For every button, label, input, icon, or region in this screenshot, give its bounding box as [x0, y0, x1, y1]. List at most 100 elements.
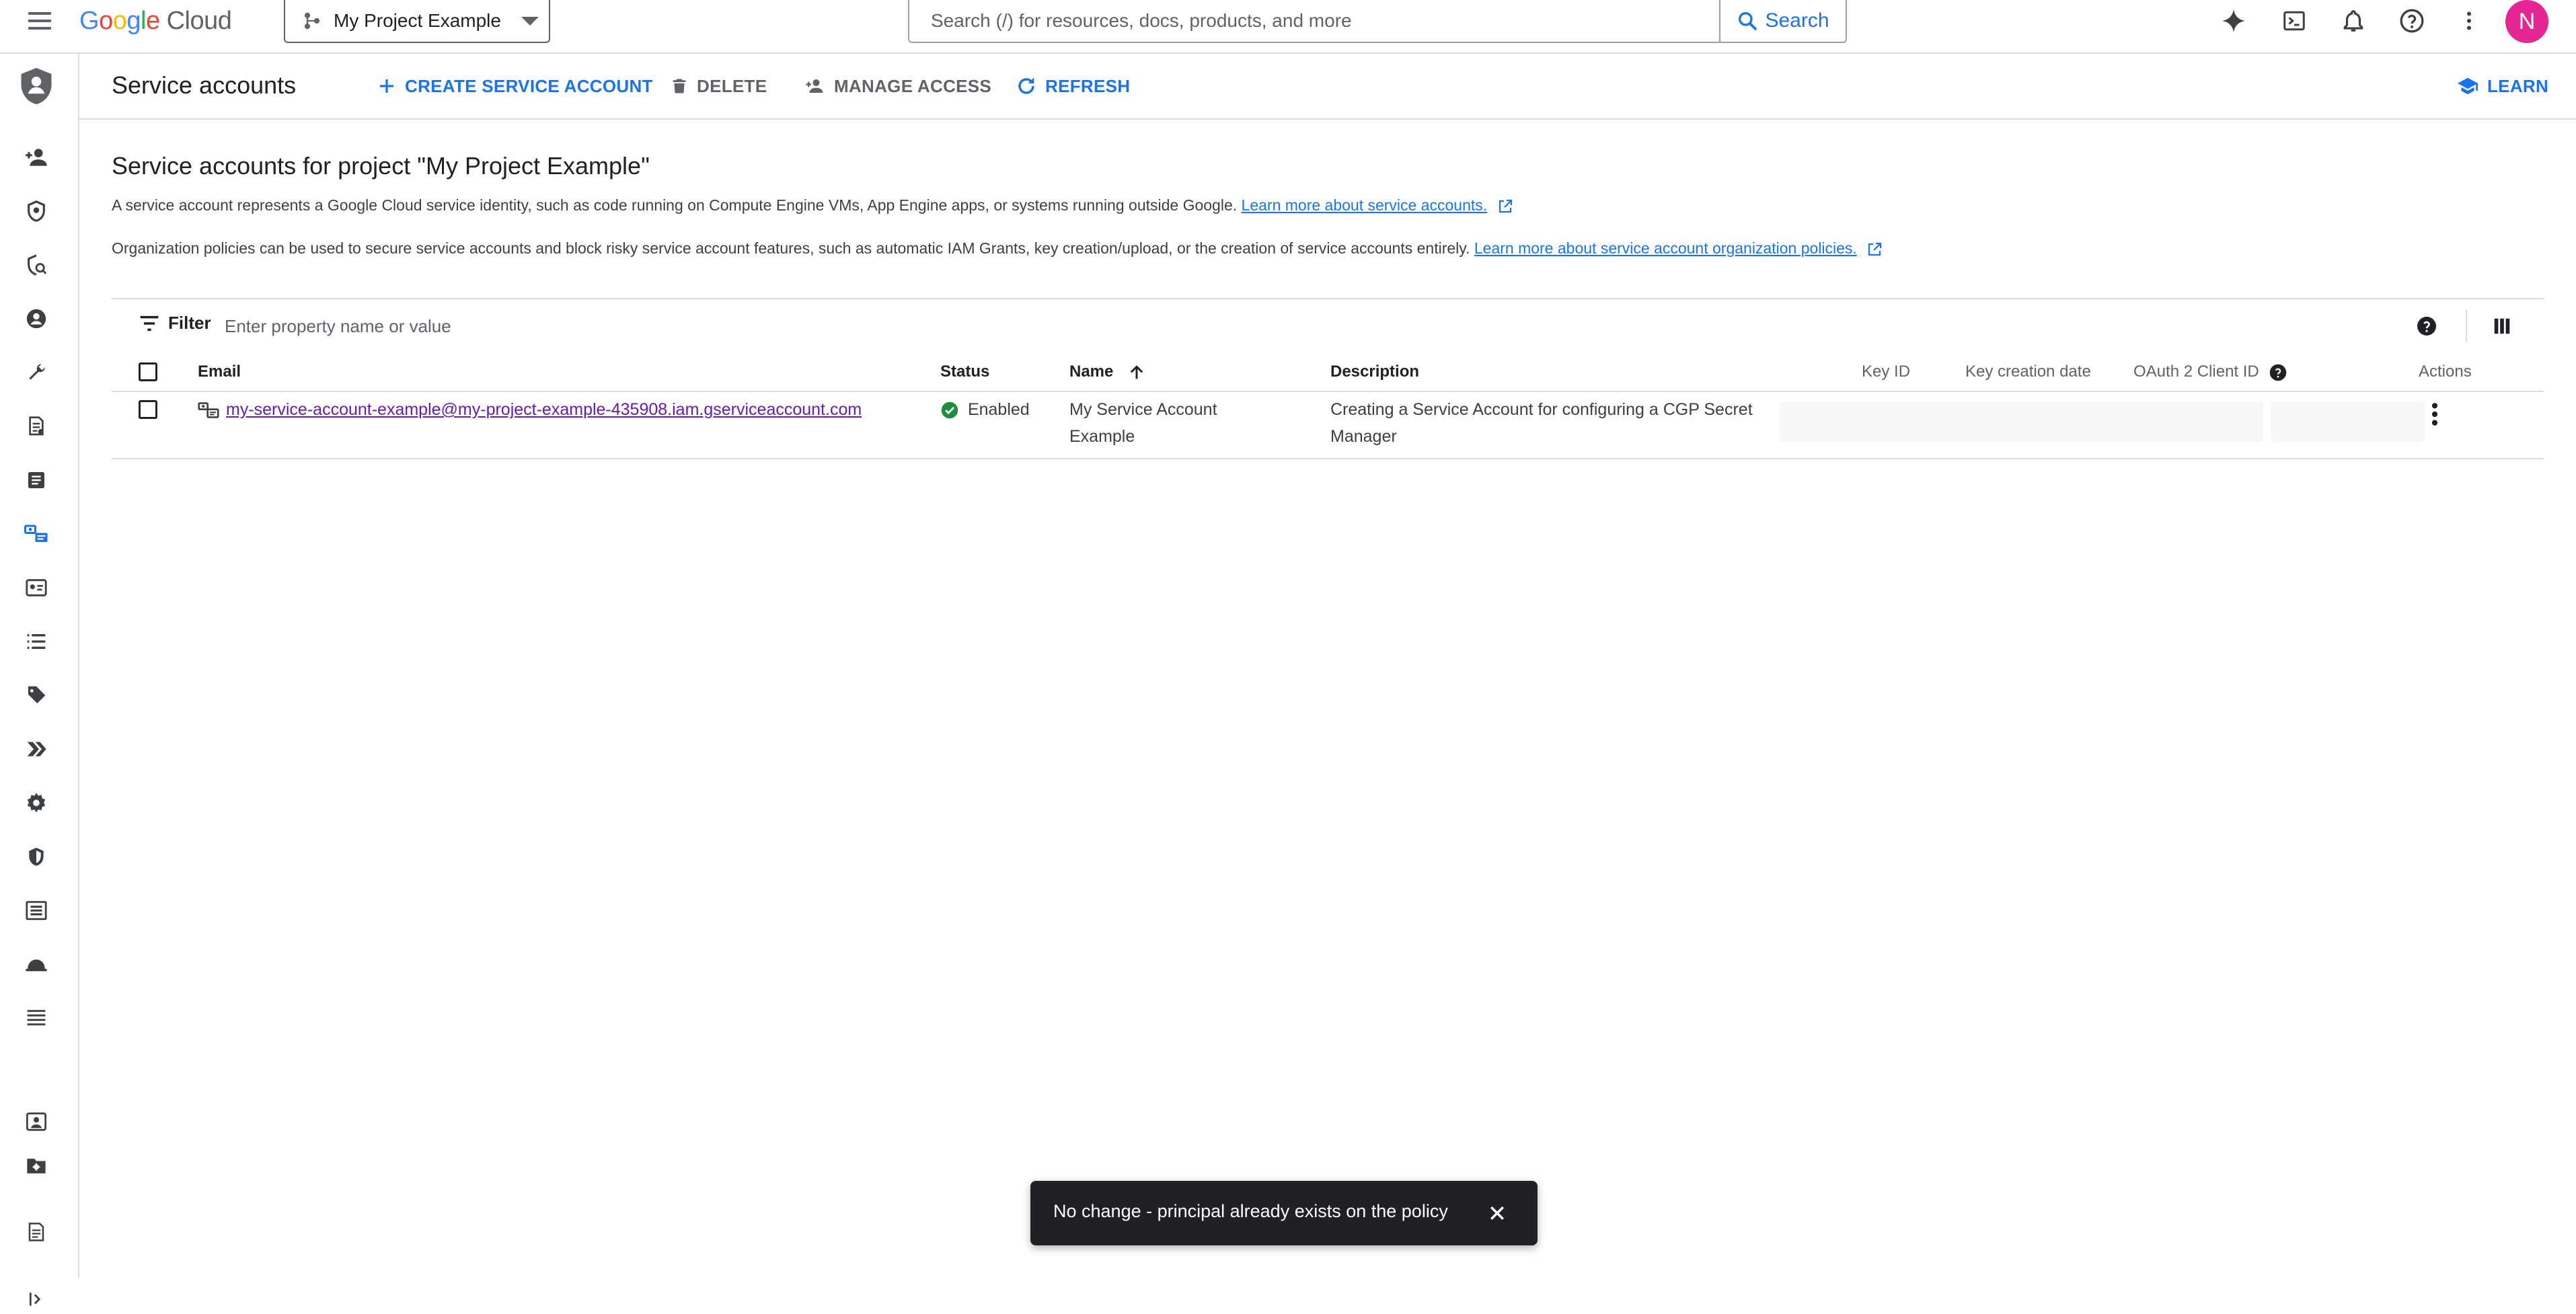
iam-shield-icon[interactable] — [17, 66, 55, 106]
project-picker[interactable]: My Project Example — [284, 0, 550, 43]
chevron-down-icon — [521, 16, 539, 26]
account-circle-icon[interactable] — [22, 304, 51, 334]
project-hierarchy-icon — [303, 11, 321, 30]
column-key-creation-date[interactable]: Key creation date — [1965, 362, 2091, 381]
table-row: my-service-account-example@my-project-ex… — [112, 392, 2544, 459]
google-cloud-logo[interactable]: Google Cloud — [79, 4, 232, 38]
learn-more-service-accounts-link[interactable]: Learn more about service accounts. — [1242, 196, 1488, 214]
column-name-label: Name — [1069, 362, 1114, 381]
arrow-upward-icon — [1130, 364, 1143, 379]
person-add-icon — [806, 79, 823, 93]
refresh-icon — [1018, 77, 1034, 94]
status-cell: Enabled — [940, 396, 1030, 423]
search-button[interactable]: Search — [1719, 0, 1846, 42]
person-add-icon[interactable] — [22, 143, 51, 172]
name-line-2: Example — [1069, 427, 1135, 446]
page-title: Service accounts — [112, 71, 297, 99]
school-icon — [2458, 77, 2478, 95]
name-line-1: My Service Account — [1069, 400, 1217, 419]
account-avatar[interactable]: N — [2505, 0, 2548, 43]
filter-input[interactable] — [223, 311, 1033, 341]
select-all-checkbox[interactable] — [139, 362, 157, 381]
toolbar-divider — [2466, 310, 2467, 342]
audit-logs-icon[interactable] — [22, 465, 51, 495]
open-in-new-icon — [1868, 242, 1882, 256]
filter-label: Filter — [168, 313, 211, 333]
delete-button[interactable]: DELETE — [670, 73, 767, 100]
secure-folder-icon[interactable] — [22, 1151, 51, 1181]
create-service-account-label: CREATE SERVICE ACCOUNT — [405, 75, 653, 96]
column-oauth-client-id[interactable]: OAuth 2 Client ID — [2133, 362, 2287, 382]
trash-icon — [673, 79, 686, 93]
open-in-new-icon — [1499, 199, 1512, 213]
cloud-shell-icon[interactable] — [2277, 4, 2311, 38]
column-name[interactable]: Name — [1069, 362, 1146, 382]
tags-icon[interactable] — [22, 681, 51, 710]
column-display-icon[interactable] — [2487, 311, 2517, 341]
section-title: Service accounts for project "My Project… — [112, 152, 650, 180]
add-icon — [380, 79, 393, 93]
row-checkbox[interactable] — [139, 400, 157, 419]
column-key-id[interactable]: Key ID — [1862, 362, 1910, 381]
delete-label: DELETE — [697, 75, 767, 96]
policy-icon[interactable] — [22, 250, 51, 280]
deny-icon[interactable] — [22, 950, 51, 979]
service-accounts-description: A service account represents a Google Cl… — [112, 196, 1513, 215]
help-filled-icon[interactable] — [2412, 311, 2441, 341]
status-text: Enabled — [967, 400, 1030, 419]
filter-button[interactable]: Filter — [139, 313, 211, 334]
description-line-2: Manager — [1330, 427, 1397, 446]
product-nav-rail — [0, 54, 79, 1306]
refresh-label: REFRESH — [1045, 75, 1131, 96]
close-icon[interactable] — [1481, 1197, 1513, 1229]
column-actions: Actions — [2419, 362, 2472, 381]
name-cell: My Service Account Example — [1069, 396, 1217, 450]
expand-rail-icon[interactable] — [22, 1284, 51, 1314]
learn-more-org-policies-link[interactable]: Learn more about service account organiz… — [1474, 239, 1857, 257]
list-icon[interactable] — [22, 627, 51, 656]
redacted-client-id — [2271, 401, 2425, 442]
organization-policies-icon[interactable] — [22, 896, 51, 925]
create-service-account-button[interactable]: CREATE SERVICE ACCOUNT — [377, 73, 653, 100]
label-icon[interactable] — [22, 734, 51, 764]
refresh-button[interactable]: REFRESH — [1016, 73, 1130, 100]
column-oauth-label: OAuth 2 Client ID — [2133, 362, 2259, 381]
redacted-key-area — [1780, 401, 2264, 442]
gemini-icon[interactable] — [2217, 4, 2250, 38]
policy-document-icon[interactable] — [22, 412, 51, 441]
search-input[interactable] — [909, 0, 1719, 42]
wrench-icon[interactable] — [22, 358, 51, 387]
column-email[interactable]: Email — [198, 362, 241, 381]
learn-button[interactable]: LEARN — [2456, 73, 2548, 100]
settings-icon[interactable] — [22, 788, 51, 818]
main-menu-icon[interactable] — [26, 7, 54, 35]
column-description[interactable]: Description — [1330, 362, 1419, 381]
table-header: Email Status Name Description Key ID Key… — [112, 353, 2544, 392]
manage-access-label: MANAGE ACCESS — [834, 75, 992, 96]
snackbar-message: No change - principal already exists on … — [1053, 1201, 1448, 1221]
service-account-email-link[interactable]: my-service-account-example@my-project-ex… — [226, 396, 862, 423]
release-notes-icon[interactable] — [22, 1217, 51, 1247]
service-accounts-icon[interactable] — [22, 519, 51, 549]
more-vert-icon[interactable] — [2452, 4, 2486, 38]
description-line-1: Creating a Service Account for configuri… — [1330, 400, 1753, 419]
search-bar: Search — [908, 0, 1847, 43]
row-actions-menu-icon[interactable] — [2423, 397, 2447, 431]
page-header: Service accounts CREATE SERVICE ACCOUNT … — [79, 54, 2576, 120]
privacy-shield-icon[interactable] — [22, 842, 51, 872]
filter-bar: Filter — [112, 298, 2544, 354]
column-status[interactable]: Status — [940, 362, 989, 381]
manage-access-button[interactable]: MANAGE ACCESS — [803, 73, 991, 100]
org-policies-text: Organization policies can be used to sec… — [112, 239, 1470, 257]
notifications-icon[interactable] — [2337, 4, 2370, 38]
email-text: my-service-account-example@my-project-ex… — [226, 400, 862, 419]
essential-contacts-icon[interactable] — [22, 1107, 51, 1136]
snackbar: No change - principal already exists on … — [1030, 1181, 1538, 1245]
project-name: My Project Example — [334, 10, 501, 31]
workload-identity-icon[interactable] — [22, 573, 51, 603]
security-shield-icon[interactable] — [22, 196, 51, 226]
help-filled-icon[interactable] — [2269, 363, 2287, 382]
grouped-list-icon[interactable] — [22, 1003, 51, 1033]
filter-list-icon — [140, 315, 159, 331]
help-icon[interactable] — [2395, 4, 2429, 38]
